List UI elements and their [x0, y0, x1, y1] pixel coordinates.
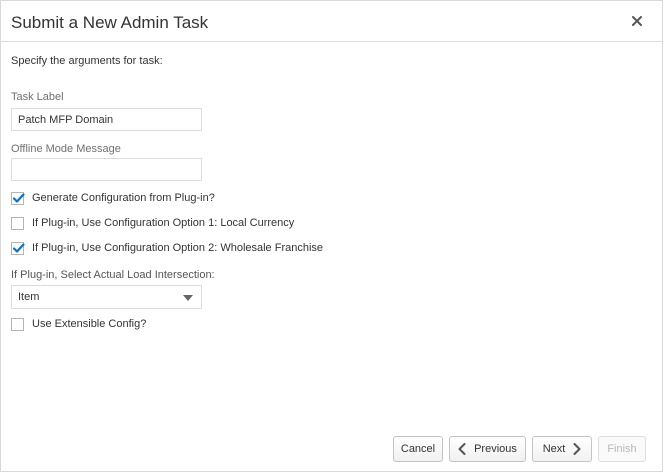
task-label-input[interactable]: [11, 108, 202, 131]
cancel-button[interactable]: Cancel: [393, 436, 443, 462]
dialog-header: Submit a New Admin Task: [1, 1, 662, 42]
finish-button[interactable]: Finish: [598, 436, 646, 462]
chevron-left-icon: [458, 443, 466, 455]
previous-button-label: Previous: [474, 443, 517, 455]
extensible-config-label: Use Extensible Config?: [32, 318, 147, 330]
option1-checkbox-row[interactable]: If Plug-in, Use Configuration Option 1: …: [11, 215, 294, 231]
close-icon[interactable]: [630, 14, 644, 28]
extensible-config-checkbox-row[interactable]: Use Extensible Config?: [11, 316, 146, 332]
load-intersection-select[interactable]: Item: [11, 285, 202, 309]
previous-button[interactable]: Previous: [449, 436, 526, 462]
caret-down-icon: [183, 295, 193, 301]
load-intersection-label: If Plug-in, Select Actual Load Intersect…: [11, 269, 215, 281]
option1-checkbox[interactable]: [11, 216, 24, 230]
next-button[interactable]: Next: [532, 436, 592, 462]
offline-message-label: Offline Mode Message: [11, 143, 121, 155]
chevron-right-icon: [573, 443, 581, 455]
instruction-text: Specify the arguments for task:: [11, 55, 163, 67]
option2-checkbox-row[interactable]: If Plug-in, Use Configuration Option 2: …: [11, 240, 323, 256]
cancel-button-label: Cancel: [400, 443, 436, 455]
extensible-config-checkbox[interactable]: [11, 317, 24, 331]
task-label-label: Task Label: [11, 91, 64, 103]
generate-config-checkbox-row[interactable]: Generate Configuration from Plug-in?: [11, 190, 215, 206]
option2-label: If Plug-in, Use Configuration Option 2: …: [32, 242, 324, 254]
next-button-label: Next: [542, 443, 566, 455]
admin-task-dialog: Submit a New Admin Task Specify the argu…: [0, 0, 663, 472]
offline-message-input[interactable]: [11, 158, 202, 181]
generate-config-checkbox[interactable]: [11, 191, 25, 205]
close-button[interactable]: [630, 14, 644, 28]
finish-button-label: Finish: [607, 443, 637, 455]
checkmark-icon: [12, 242, 25, 253]
generate-config-label: Generate Configuration from Plug-in?: [32, 192, 215, 204]
dialog-title: Submit a New Admin Task: [11, 13, 209, 32]
checkmark-icon: [12, 192, 25, 203]
option2-checkbox[interactable]: [11, 241, 25, 255]
load-intersection-value: Item: [18, 291, 40, 303]
option1-label: If Plug-in, Use Configuration Option 1: …: [32, 217, 295, 229]
